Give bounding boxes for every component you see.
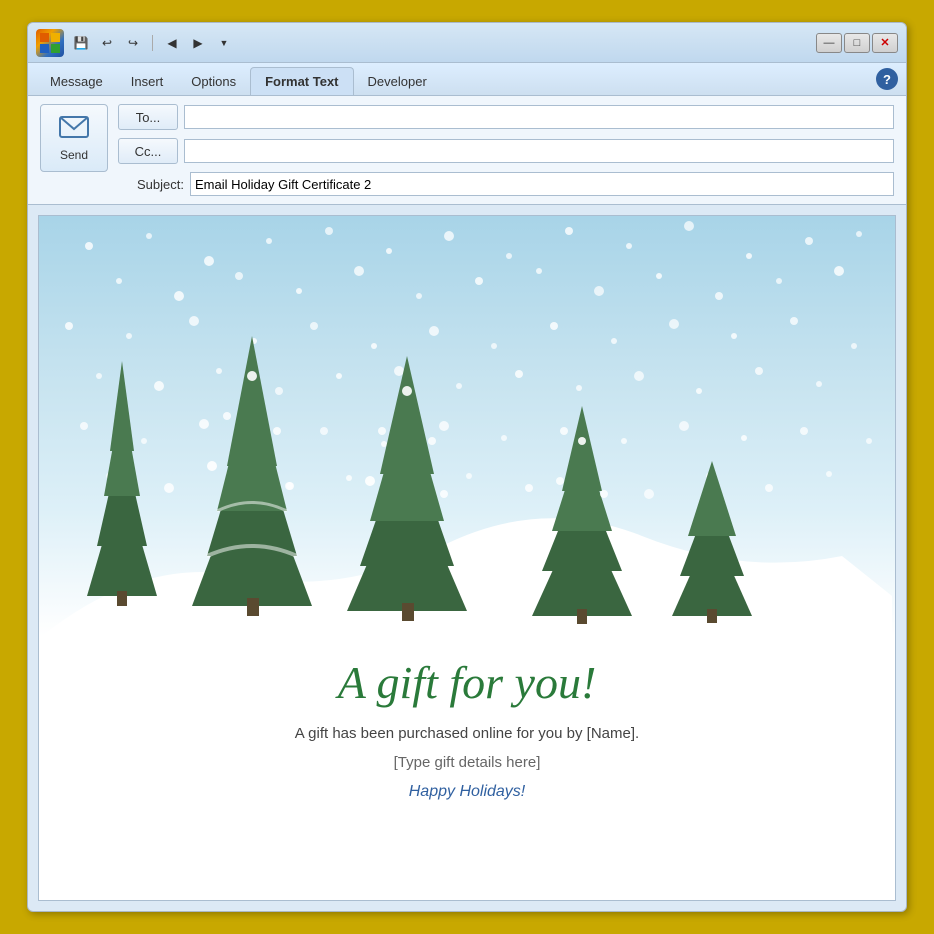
app-window: 💾 ↩ ↪ ◀ ▶ ▼ — □ ✕ Message Insert Options… (27, 22, 907, 912)
email-content[interactable]: A gift for you! A gift has been purchase… (38, 215, 896, 901)
subject-label: Subject: (118, 177, 184, 192)
to-input[interactable] (184, 105, 894, 129)
trees-scene (39, 216, 895, 636)
tab-message[interactable]: Message (36, 67, 117, 95)
send-area: Send To... Cc... Subject: Email Holiday … (40, 104, 894, 196)
card-scene (39, 216, 895, 636)
help-button[interactable]: ? (876, 68, 898, 90)
gift-title: A gift for you! (69, 656, 865, 709)
prev-button[interactable]: ◀ (161, 32, 183, 54)
save-button[interactable]: 💾 (70, 32, 92, 54)
email-form: Send To... Cc... Subject: Email Holiday … (28, 96, 906, 205)
send-button[interactable]: Send (40, 104, 108, 172)
tab-insert[interactable]: Insert (117, 67, 178, 95)
card-text-area: A gift for you! A gift has been purchase… (39, 636, 895, 831)
send-icon (58, 115, 90, 146)
tab-options[interactable]: Options (177, 67, 250, 95)
toolbar-divider (152, 35, 153, 51)
minimize-button[interactable]: — (816, 33, 842, 53)
form-fields: To... Cc... Subject: Email Holiday Gift … (118, 104, 894, 196)
to-button[interactable]: To... (118, 104, 178, 130)
redo-button[interactable]: ↪ (122, 32, 144, 54)
ribbon-tabs: Message Insert Options Format Text Devel… (28, 63, 906, 95)
tab-developer[interactable]: Developer (354, 67, 441, 95)
to-row: To... (118, 104, 894, 130)
undo-button[interactable]: ↩ (96, 32, 118, 54)
window-controls: — □ ✕ (816, 33, 898, 53)
email-body: A gift for you! A gift has been purchase… (28, 205, 906, 911)
title-bar: 💾 ↩ ↪ ◀ ▶ ▼ — □ ✕ (28, 23, 906, 63)
title-bar-tools: 💾 ↩ ↪ ◀ ▶ ▼ (70, 32, 235, 54)
cc-button[interactable]: Cc... (118, 138, 178, 164)
close-button[interactable]: ✕ (872, 33, 898, 53)
tab-format-text[interactable]: Format Text (250, 67, 353, 95)
office-logo-icon (36, 29, 64, 57)
maximize-button[interactable]: □ (844, 33, 870, 53)
cc-input[interactable] (184, 139, 894, 163)
subject-value[interactable]: Email Holiday Gift Certificate 2 (190, 172, 894, 196)
gift-subtitle: A gift has been purchased online for you… (69, 725, 865, 742)
gift-closing: Happy Holidays! (69, 783, 865, 801)
cc-row: Cc... (118, 138, 894, 164)
next-button[interactable]: ▶ (187, 32, 209, 54)
title-bar-left: 💾 ↩ ↪ ◀ ▶ ▼ (36, 29, 235, 57)
ribbon: Message Insert Options Format Text Devel… (28, 63, 906, 96)
send-label: Send (60, 148, 88, 162)
dropdown-button[interactable]: ▼ (213, 32, 235, 54)
gift-details: [Type gift details here] (69, 754, 865, 771)
subject-row: Subject: Email Holiday Gift Certificate … (118, 172, 894, 196)
